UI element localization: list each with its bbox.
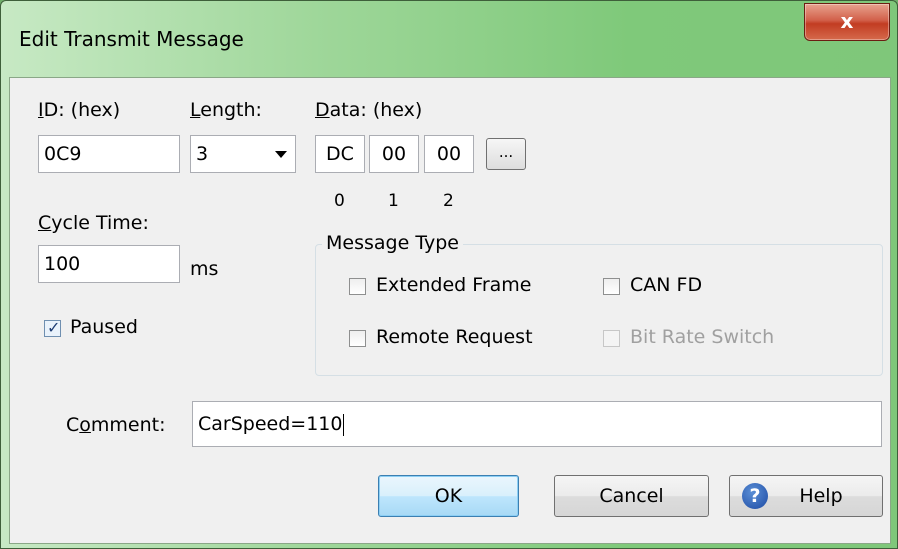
close-icon: x (840, 9, 854, 33)
data-byte-index-1: 1 (388, 191, 399, 211)
help-label: Help (799, 485, 843, 507)
id-label: ID: (hex) (38, 99, 121, 121)
remote-request-checkbox[interactable] (349, 330, 366, 347)
paused-label: Paused (70, 316, 138, 338)
chevron-down-icon (275, 151, 287, 158)
id-value: 0C9 (44, 143, 82, 165)
text-caret (343, 413, 345, 436)
more-data-button[interactable]: ... (486, 138, 526, 170)
cycle-time-input[interactable]: 100 (38, 245, 180, 283)
data-byte-index-2: 2 (443, 191, 454, 211)
length-value: 3 (196, 143, 209, 165)
close-button[interactable]: x (804, 3, 890, 41)
window-title: Edit Transmit Message (19, 27, 244, 51)
dialog-client-area: ID: (hex) 0C9 Length: 3 Data: (hex) DC 0… (9, 77, 891, 544)
id-input[interactable]: 0C9 (38, 135, 180, 173)
data-byte-1-input[interactable]: 00 (369, 135, 419, 173)
message-type-group (315, 244, 883, 376)
message-type-title: Message Type (322, 232, 463, 254)
can-fd-checkbox[interactable] (603, 278, 620, 295)
data-byte-1-value: 00 (381, 143, 407, 165)
comment-input[interactable]: CarSpeed=110 (192, 401, 882, 447)
cycle-time-value: 100 (44, 253, 81, 275)
help-button[interactable]: ? Help (729, 475, 883, 517)
cycle-time-unit: ms (190, 258, 219, 280)
data-byte-0-input[interactable]: DC (315, 135, 365, 173)
titlebar[interactable]: Edit Transmit Message x (1, 1, 897, 77)
can-fd-label: CAN FD (630, 274, 703, 296)
bit-rate-switch-label: Bit Rate Switch (630, 326, 775, 348)
bit-rate-switch-checkbox (603, 330, 620, 347)
data-byte-2-value: 00 (436, 143, 462, 165)
data-byte-0-value: DC (326, 143, 354, 165)
ellipsis-icon: ... (498, 143, 514, 161)
cancel-label: Cancel (599, 485, 664, 507)
ok-button[interactable]: OK (378, 475, 519, 517)
checkmark-icon: ✓ (47, 318, 61, 337)
extended-frame-label: Extended Frame (376, 274, 532, 296)
length-label: Length: (190, 99, 262, 121)
data-label: Data: (hex) (315, 99, 423, 121)
data-byte-2-input[interactable]: 00 (424, 135, 474, 173)
cycle-time-label: Cycle Time: (38, 212, 149, 234)
paused-checkbox[interactable]: ✓ (44, 318, 61, 337)
ok-label: OK (434, 485, 463, 507)
cancel-button[interactable]: Cancel (554, 475, 709, 517)
data-byte-index-0: 0 (334, 191, 345, 211)
extended-frame-checkbox[interactable] (349, 278, 366, 295)
help-icon: ? (742, 483, 768, 509)
remote-request-label: Remote Request (376, 326, 533, 348)
comment-label: Comment: (66, 414, 166, 436)
length-select[interactable]: 3 (190, 135, 296, 173)
edit-transmit-message-dialog: Edit Transmit Message x ID: (hex) 0C9 Le… (0, 0, 898, 549)
comment-value: CarSpeed=110 (198, 413, 343, 435)
